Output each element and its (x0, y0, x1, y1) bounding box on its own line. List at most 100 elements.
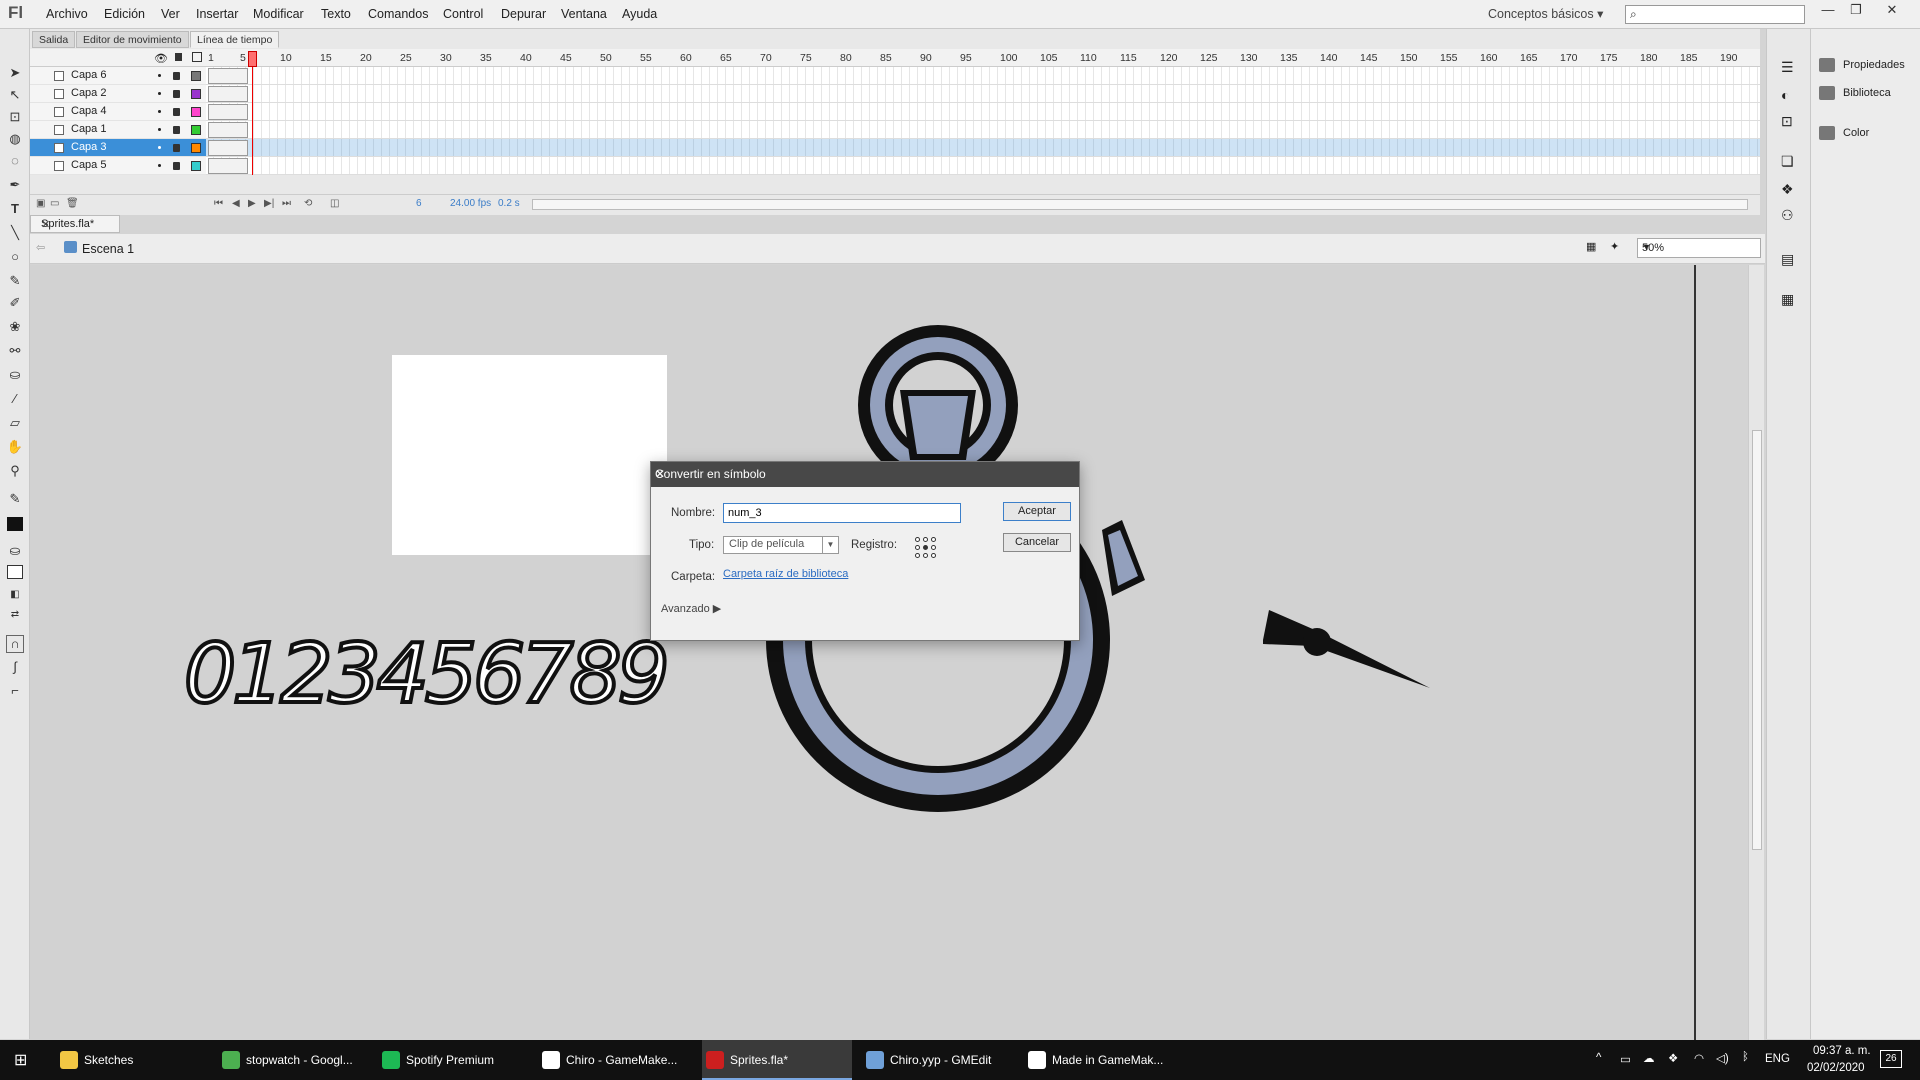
workspace-switcher[interactable]: Conceptos básicos ▾ (1488, 6, 1603, 21)
layer-color-swatch[interactable] (191, 107, 201, 117)
outline-icon[interactable] (192, 52, 202, 62)
layer-color-swatch[interactable] (191, 71, 201, 81)
lock-icon[interactable] (173, 126, 180, 134)
visibility-dot-icon[interactable] (158, 110, 161, 113)
tray-dropbox-icon[interactable]: ❖ (1668, 1051, 1678, 1065)
menu-modificar[interactable]: Modificar (253, 7, 304, 21)
taskbar-app[interactable]: Chiro - GameMake... (538, 1040, 688, 1080)
loop-icon[interactable]: ⟲ (304, 198, 312, 209)
keyframe-span[interactable] (208, 86, 248, 102)
snap-magnet-icon[interactable]: ∩ (6, 635, 24, 653)
tab-editor-movimiento[interactable]: Editor de movimiento (76, 31, 189, 48)
registration-grid[interactable] (915, 537, 937, 559)
elapsed-time[interactable]: 0.2 s (498, 198, 520, 209)
layer-name[interactable]: Capa 3 (71, 141, 106, 153)
fill-color-icon[interactable]: ⛀ (6, 543, 24, 561)
selection-tool-icon[interactable]: ➤ (6, 65, 24, 83)
keyframe-span[interactable] (208, 68, 248, 84)
step-back-icon[interactable]: ◀ (232, 198, 240, 209)
close-icon[interactable]: ✕ (41, 218, 50, 231)
help-search-input[interactable]: ⌕ (1625, 5, 1805, 24)
default-colors-icon[interactable]: ◧ (6, 589, 24, 607)
first-frame-icon[interactable]: ⏮ (214, 198, 223, 209)
frame-grid[interactable] (206, 67, 1760, 175)
visibility-dot-icon[interactable] (158, 128, 161, 131)
fill-color-swatch[interactable] (7, 565, 23, 579)
stage-canvas[interactable] (392, 355, 667, 555)
free-transform-tool-icon[interactable]: ⊡ (6, 109, 24, 127)
last-frame-icon[interactable]: ⏭ (282, 198, 291, 209)
hand-tool-icon[interactable]: ✋ (6, 439, 24, 457)
menu-texto[interactable]: Texto (321, 7, 351, 21)
keyframe-span[interactable] (208, 140, 248, 156)
current-frame[interactable]: 6 (416, 198, 422, 209)
stroke-color-icon[interactable]: ✎ (6, 491, 24, 509)
line-tool-icon[interactable]: ╲ (6, 225, 24, 243)
bone-tool-icon[interactable]: ⚯ (6, 343, 24, 361)
tray-bluetooth-icon[interactable]: ᛒ (1742, 1051, 1749, 1063)
deco-tool-icon[interactable]: ❀ (6, 319, 24, 337)
oval-tool-icon[interactable]: ○ (6, 249, 24, 267)
layer-name[interactable]: Capa 6 (71, 69, 106, 81)
layer-name[interactable]: Capa 4 (71, 105, 106, 117)
brush-tool-icon[interactable]: ✐ (6, 295, 24, 313)
folder-link[interactable]: Carpeta raíz de biblioteca (723, 568, 848, 580)
close-window-button[interactable]: ✕ (1878, 2, 1906, 24)
layer-color-swatch[interactable] (191, 161, 201, 171)
tray-battery-icon[interactable]: ▭ (1620, 1052, 1631, 1066)
new-layer-icon[interactable]: ▣ (36, 198, 45, 209)
frame-row[interactable] (206, 139, 1760, 157)
taskbar-app[interactable]: Spotify Premium (378, 1040, 528, 1080)
advanced-toggle[interactable]: Avanzado ▶ (661, 602, 721, 615)
tab-salida[interactable]: Salida (32, 31, 76, 48)
layer-row[interactable]: Capa 1 (30, 121, 206, 139)
keyframe-span[interactable] (208, 158, 248, 174)
frame-row[interactable] (206, 85, 1760, 103)
lock-icon[interactable] (173, 90, 180, 98)
lock-icon[interactable] (173, 162, 180, 170)
tray-date[interactable]: 02/02/2020 (1807, 1062, 1865, 1074)
frame-rate[interactable]: 24.00 fps (450, 198, 491, 209)
motion-presets-icon[interactable]: ⚇ (1781, 207, 1794, 224)
menu-edicion[interactable]: Edición (104, 7, 145, 21)
symbol-name-input[interactable] (723, 503, 961, 523)
components-icon[interactable]: ❖ (1781, 181, 1794, 198)
layer-row[interactable]: Capa 4 (30, 103, 206, 121)
lock-icon[interactable] (173, 72, 180, 80)
align-panel-icon[interactable]: ☰ (1781, 59, 1794, 76)
breadcrumb-scene[interactable]: Escena 1 (82, 242, 134, 256)
swatches-panel-icon[interactable]: ▦ (1781, 291, 1794, 308)
visibility-dot-icon[interactable] (158, 146, 161, 149)
panel-color[interactable]: Color (1819, 126, 1869, 146)
tray-language[interactable]: ENG (1765, 1053, 1790, 1065)
layer-color-swatch[interactable] (191, 143, 201, 153)
notification-count[interactable]: 26 (1880, 1050, 1902, 1068)
back-arrow-icon[interactable]: ⇦ (36, 241, 45, 254)
lasso-tool-icon[interactable]: ◌ (6, 153, 24, 171)
layer-row[interactable]: Capa 5 (30, 157, 206, 175)
transform-panel-icon[interactable]: ⊡ (1781, 113, 1793, 130)
frame-row[interactable] (206, 103, 1760, 121)
panel-biblioteca[interactable]: Biblioteca (1819, 86, 1891, 106)
clock-hand-sprite[interactable] (1255, 600, 1435, 690)
stage-vscroll[interactable] (1748, 265, 1764, 1040)
zoom-tool-icon[interactable]: ⚲ (6, 463, 24, 481)
lock-icon[interactable] (175, 53, 182, 61)
tab-linea-tiempo[interactable]: Línea de tiempo (190, 31, 280, 48)
text-tool-icon[interactable]: T (6, 201, 24, 219)
document-tab[interactable]: Sprites.fla* ✕ (30, 215, 120, 233)
menu-comandos[interactable]: Comandos (368, 7, 428, 21)
pen-tool-icon[interactable]: ✒ (6, 177, 24, 195)
layer-row[interactable]: Capa 6 (30, 67, 206, 85)
taskbar-app[interactable]: stopwatch - Googl... (218, 1040, 368, 1080)
layer-row[interactable]: Capa 3 (30, 139, 206, 157)
cancel-button[interactable]: Cancelar (1003, 533, 1071, 552)
visibility-dot-icon[interactable] (158, 74, 161, 77)
smooth-icon[interactable]: ∫ (6, 659, 24, 677)
keyframe-span[interactable] (208, 104, 248, 120)
tray-wifi-icon[interactable]: ◠ (1694, 1051, 1704, 1065)
playhead[interactable] (248, 51, 257, 67)
delete-layer-icon[interactable]: 🗑 (66, 198, 79, 209)
close-icon[interactable]: ✕ (655, 467, 1073, 481)
info-panel-icon[interactable]: ◐ (1781, 87, 1789, 103)
